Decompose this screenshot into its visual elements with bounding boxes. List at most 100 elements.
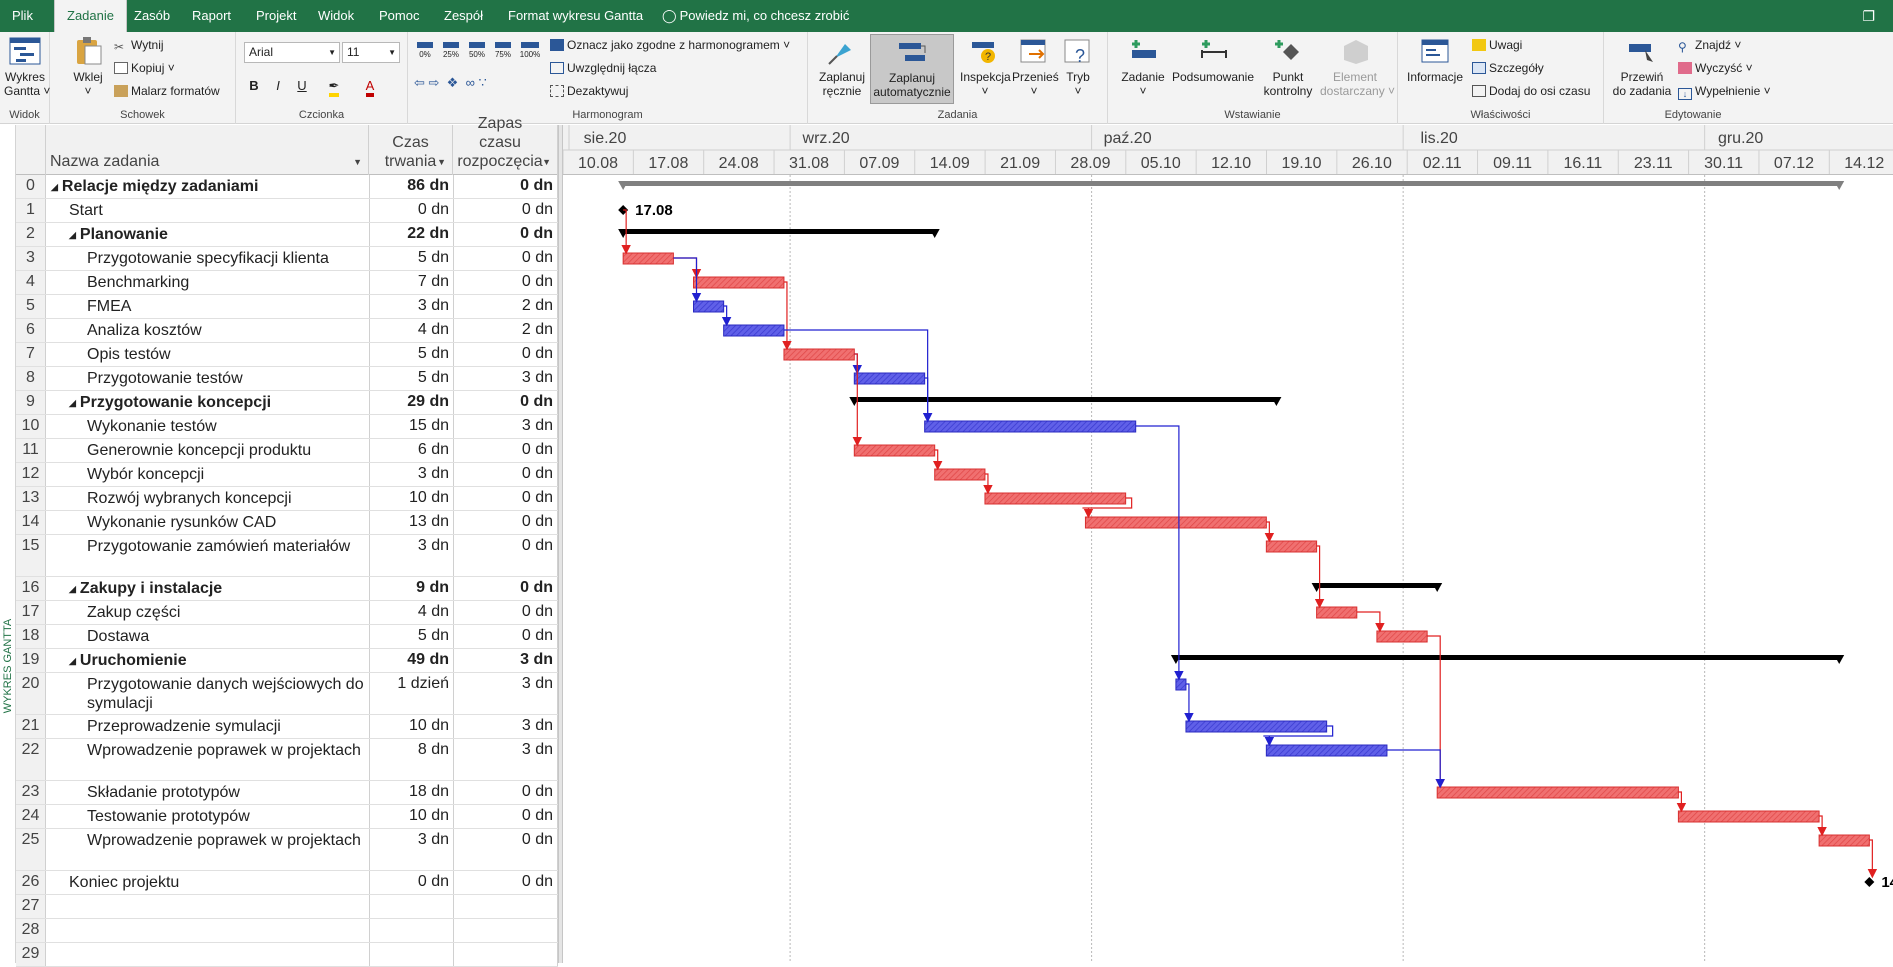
- percent-25-button[interactable]: 25%: [440, 40, 462, 60]
- task-name-cell[interactable]: ◢ Planowanie: [47, 223, 369, 245]
- start-slack-cell[interactable]: 0 dn: [453, 439, 558, 462]
- task-name-cell[interactable]: Opis testów: [47, 343, 369, 364]
- table-row[interactable]: 4 Benchmarking 7 dn 0 dn: [16, 271, 558, 295]
- table-row[interactable]: 0 ◢ Relacje między zadaniami 86 dn 0 dn: [16, 175, 558, 199]
- row-number[interactable]: 27: [16, 895, 46, 918]
- duration-cell[interactable]: 4 dn: [369, 319, 453, 342]
- duration-cell[interactable]: 8 dn: [369, 739, 453, 780]
- table-row[interactable]: 29: [16, 943, 558, 967]
- table-row[interactable]: 17 Zakup części 4 dn 0 dn: [16, 601, 558, 625]
- row-number[interactable]: 24: [16, 805, 46, 828]
- collapse-triangle-icon[interactable]: ◢: [69, 230, 76, 240]
- duration-cell[interactable]: 9 dn: [369, 577, 453, 600]
- table-row[interactable]: 6 Analiza kosztów 4 dn 2 dn: [16, 319, 558, 343]
- duration-cell[interactable]: [369, 895, 453, 918]
- table-row[interactable]: 22 Wprowadzenie poprawek w projektach 8 dn…: [16, 739, 558, 781]
- duration-cell[interactable]: 10 dn: [369, 715, 453, 738]
- duration-cell[interactable]: [369, 919, 453, 942]
- collapse-triangle-icon[interactable]: ◢: [69, 584, 76, 594]
- task-name-cell[interactable]: [47, 919, 369, 921]
- tab-team[interactable]: Zespół: [432, 0, 495, 32]
- duration-cell[interactable]: 5 dn: [369, 625, 453, 648]
- task-name-cell[interactable]: Składanie prototypów: [47, 781, 369, 802]
- bold-button[interactable]: B: [244, 76, 264, 96]
- table-row[interactable]: 9 ◢ Przygotowanie koncepcji 29 dn 0 dn: [16, 391, 558, 415]
- duration-cell[interactable]: 86 dn: [369, 175, 453, 198]
- task-name-cell[interactable]: Zakup części: [47, 601, 369, 622]
- start-slack-cell[interactable]: 2 dn: [453, 319, 558, 342]
- task-name-cell[interactable]: Wprowadzenie poprawek w projektach: [47, 829, 369, 850]
- duration-cell[interactable]: 3 dn: [369, 295, 453, 318]
- start-slack-cell[interactable]: [453, 919, 558, 942]
- tab-report[interactable]: Raport: [180, 0, 243, 32]
- duration-cell[interactable]: 10 dn: [369, 487, 453, 510]
- duration-cell[interactable]: 0 dn: [369, 871, 453, 894]
- row-number[interactable]: 1: [16, 199, 46, 222]
- start-slack-cell[interactable]: 0 dn: [453, 805, 558, 828]
- task-name-cell[interactable]: Generownie koncepcji produktu: [47, 439, 369, 460]
- tab-project[interactable]: Projekt: [244, 0, 308, 32]
- row-number[interactable]: 6: [16, 319, 46, 342]
- table-row[interactable]: 24 Testowanie prototypów 10 dn 0 dn: [16, 805, 558, 829]
- italic-button[interactable]: I: [268, 76, 288, 96]
- row-number[interactable]: 26: [16, 871, 46, 894]
- duration-cell[interactable]: 5 dn: [369, 367, 453, 390]
- notes-button[interactable]: Uwagi: [1472, 36, 1522, 54]
- table-row[interactable]: 3 Przygotowanie specyfikacji klienta 5 dn 0…: [16, 247, 558, 271]
- task-name-cell[interactable]: Benchmarking: [47, 271, 369, 292]
- underline-button[interactable]: U: [292, 76, 312, 96]
- manually-schedule-button[interactable]: Zaplanuj ręcznie: [816, 36, 868, 98]
- percent-75-button[interactable]: 75%: [492, 40, 514, 60]
- duration-cell[interactable]: 5 dn: [369, 247, 453, 270]
- insert-summary-button[interactable]: Podsumowanie: [1170, 36, 1256, 84]
- row-number[interactable]: 10: [16, 415, 46, 438]
- task-name-cell[interactable]: Testowanie prototypów: [47, 805, 369, 826]
- collapse-triangle-icon[interactable]: ◢: [69, 398, 76, 408]
- row-number[interactable]: 16: [16, 577, 46, 600]
- insert-milestone-button[interactable]: Punkt kontrolny: [1258, 36, 1318, 98]
- table-row[interactable]: 18 Dostawa 5 dn 0 dn: [16, 625, 558, 649]
- tab-resource[interactable]: Zasób: [122, 0, 182, 32]
- start-slack-cell[interactable]: 0 dn: [453, 829, 558, 870]
- duration-cell[interactable]: 3 dn: [369, 829, 453, 870]
- table-row[interactable]: 14 Wykonanie rysunków CAD 13 dn 0 dn: [16, 511, 558, 535]
- duration-cell[interactable]: 0 dn: [369, 199, 453, 222]
- row-number[interactable]: 4: [16, 271, 46, 294]
- table-row[interactable]: 28: [16, 919, 558, 943]
- start-slack-cell[interactable]: 0 dn: [453, 223, 558, 246]
- start-slack-cell[interactable]: 3 dn: [453, 367, 558, 390]
- inactivate-button[interactable]: Dezaktywuj: [550, 82, 628, 100]
- font-size-select[interactable]: 11 ▼: [342, 42, 400, 63]
- table-row[interactable]: 23 Składanie prototypów 18 dn 0 dn: [16, 781, 558, 805]
- insert-task-button[interactable]: Zadanie ˅: [1118, 36, 1168, 98]
- duration-cell[interactable]: 3 dn: [369, 535, 453, 576]
- start-slack-cell[interactable]: 0 dn: [453, 601, 558, 624]
- start-slack-cell[interactable]: 0 dn: [453, 247, 558, 270]
- duration-cell[interactable]: 6 dn: [369, 439, 453, 462]
- duration-cell[interactable]: 22 dn: [369, 223, 453, 246]
- row-number[interactable]: 5: [16, 295, 46, 318]
- start-slack-cell[interactable]: 0 dn: [453, 175, 558, 198]
- duration-cell[interactable]: 13 dn: [369, 511, 453, 534]
- start-slack-cell[interactable]: 3 dn: [453, 739, 558, 780]
- start-slack-cell[interactable]: 3 dn: [453, 415, 558, 438]
- task-name-cell[interactable]: ◢ Uruchomienie: [47, 649, 369, 671]
- percent-50-button[interactable]: 50%: [466, 40, 488, 60]
- inspect-button[interactable]: ? Inspekcja ˅: [960, 36, 1011, 98]
- start-slack-cell[interactable]: 2 dn: [453, 295, 558, 318]
- task-name-cell[interactable]: [47, 943, 369, 945]
- find-button[interactable]: ⚲ Znajdź ˅: [1678, 36, 1741, 54]
- start-slack-cell[interactable]: 0 dn: [453, 487, 558, 510]
- row-number[interactable]: 18: [16, 625, 46, 648]
- start-slack-cell[interactable]: 0 dn: [453, 625, 558, 648]
- table-row[interactable]: 1 Start 0 dn 0 dn: [16, 199, 558, 223]
- chevron-down-icon[interactable]: ▼: [542, 157, 551, 167]
- task-name-cell[interactable]: [47, 895, 369, 897]
- task-name-cell[interactable]: Wykonanie testów: [47, 415, 369, 436]
- row-number[interactable]: 12: [16, 463, 46, 486]
- start-slack-cell[interactable]: 0 dn: [453, 781, 558, 804]
- task-name-cell[interactable]: Koniec projektu: [47, 871, 369, 892]
- table-row[interactable]: 19 ◢ Uruchomienie 49 dn 3 dn: [16, 649, 558, 673]
- chevron-down-icon[interactable]: ▼: [353, 157, 362, 167]
- start-slack-cell[interactable]: 0 dn: [453, 577, 558, 600]
